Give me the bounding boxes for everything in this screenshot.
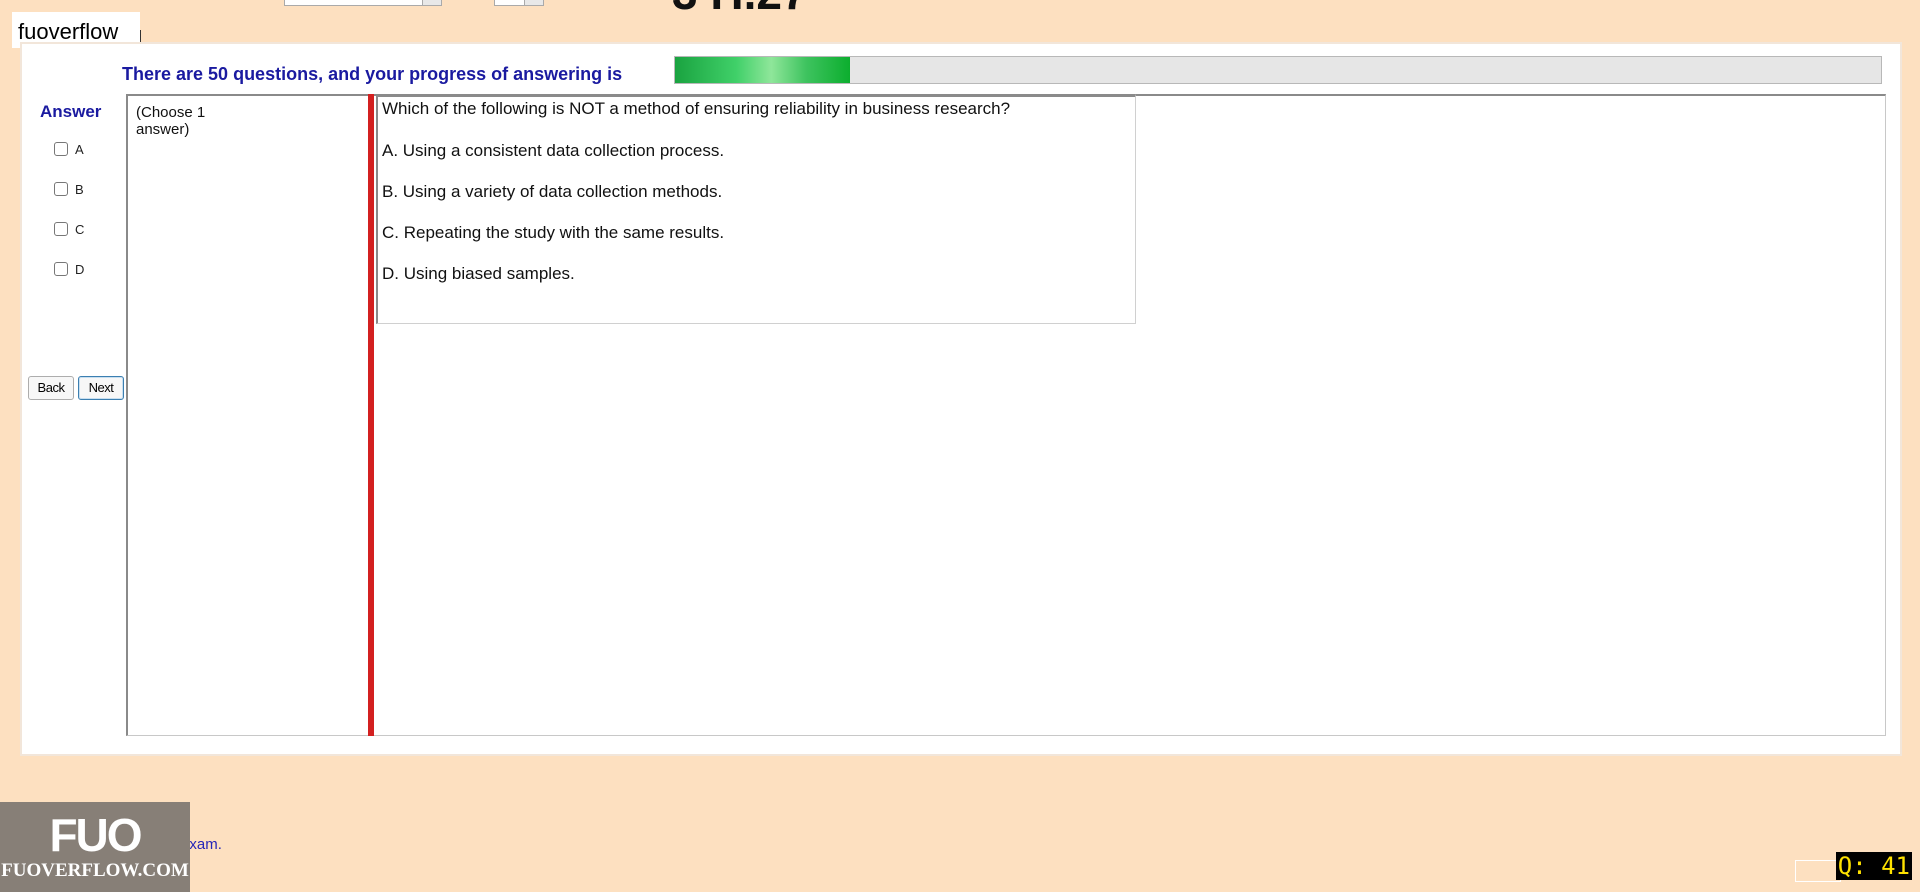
choose-note: (Choose 1 answer) — [136, 104, 206, 138]
question-text: Which of the following is NOT a method o… — [382, 99, 1011, 118]
exam-panel: There are 50 questions, and your progres… — [20, 42, 1902, 756]
answer-option-label: B — [75, 181, 84, 197]
checkbox-c[interactable] — [54, 222, 68, 236]
next-button[interactable]: Next — [78, 376, 124, 400]
question-counter: Q: 41 — [1835, 852, 1912, 880]
choice-a: A. Using a consistent data collection pr… — [382, 141, 725, 160]
progress-label: There are 50 questions, and your progres… — [122, 64, 623, 84]
chevron-down-icon — [422, 0, 441, 5]
progress-fill — [675, 57, 850, 83]
counter-outline — [1795, 860, 1841, 882]
fuoverflow-logo: FUO FUOVERFLOW.COM — [0, 802, 190, 892]
red-divider — [368, 94, 374, 736]
progress-bar — [674, 56, 1882, 84]
answer-option-label: A — [75, 141, 84, 157]
top-header-text: 3 H.27 — [672, 0, 808, 16]
logo-mark: FUO — [49, 809, 142, 861]
back-button[interactable]: Back — [28, 376, 74, 400]
checkbox-a[interactable] — [54, 142, 68, 156]
top-dropdown[interactable] — [284, 0, 442, 6]
checkbox-d[interactable] — [54, 262, 68, 276]
answer-option-b[interactable]: B — [54, 180, 84, 198]
checkbox-b[interactable] — [54, 182, 68, 196]
question-area: (Choose 1 answer) Which of the following… — [126, 94, 1886, 736]
choice-c: C. Repeating the study with the same res… — [382, 223, 725, 242]
answer-option-label: D — [75, 261, 85, 277]
question-box: Which of the following is NOT a method o… — [376, 94, 1136, 324]
answer-option-label: C — [75, 221, 85, 237]
logo-text: FUOVERFLOW.COM — [1, 860, 189, 881]
chevron-down-icon — [524, 0, 543, 5]
answer-option-a[interactable]: A — [54, 140, 84, 158]
answer-option-c[interactable]: C — [54, 220, 84, 238]
choice-d: D. Using biased samples. — [382, 264, 575, 283]
answer-title: Answer — [40, 102, 102, 121]
top-small-dropdown[interactable] — [494, 0, 544, 6]
answer-option-d[interactable]: D — [54, 260, 84, 278]
choice-b: B. Using a variety of data collection me… — [382, 182, 723, 201]
